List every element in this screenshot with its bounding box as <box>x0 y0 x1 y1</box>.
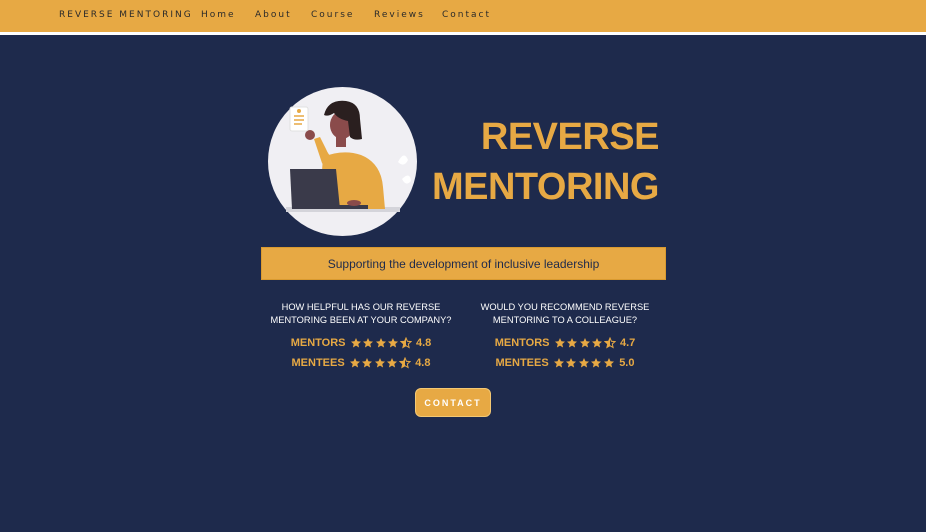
nav-item-home[interactable]: Home <box>201 10 236 20</box>
star-icon <box>374 358 385 368</box>
nav-item-reviews[interactable]: Reviews <box>374 10 425 20</box>
nav-item-about[interactable]: About <box>255 10 292 20</box>
rating-column-recommend: WOULD YOU RECOMMEND REVERSE MENTORING TO… <box>465 301 665 370</box>
star-icon <box>363 338 373 348</box>
top-nav: REVERSE MENTORING Home About Course Revi… <box>0 0 926 35</box>
star-icon <box>349 358 360 368</box>
star-icon <box>350 338 361 348</box>
nav-brand[interactable]: REVERSE MENTORING <box>59 10 193 20</box>
title-line-1: REVERSE <box>480 116 660 158</box>
star-rating <box>349 357 412 369</box>
rating-score: 4.7 <box>620 337 636 349</box>
star-icon <box>388 338 398 348</box>
rating-score: 4.8 <box>415 357 431 369</box>
star-rating <box>350 337 413 349</box>
hero-illustration <box>268 87 417 236</box>
rating-score: 5.0 <box>619 357 635 369</box>
title-line-2: MENTORING <box>431 166 660 208</box>
star-rating <box>554 337 617 349</box>
rating-label: MENTEES <box>495 357 549 369</box>
star-icon <box>553 358 564 368</box>
star-icon <box>579 338 590 348</box>
star-half-icon <box>398 357 411 369</box>
star-rating <box>553 357 616 369</box>
star-icon <box>603 358 614 368</box>
star-half-icon <box>603 337 616 349</box>
page-title: REVERSE MENTORING <box>431 112 660 212</box>
rating-label: MENTEES <box>291 357 345 369</box>
star-icon <box>387 358 398 368</box>
nav-item-contact[interactable]: Contact <box>442 10 491 20</box>
rating-label: MENTORS <box>290 337 346 349</box>
star-icon <box>578 358 589 368</box>
tagline-banner: Supporting the development of inclusive … <box>261 247 666 280</box>
rating-question: HOW HELPFUL HAS OUR REVERSE MENTORING BE… <box>270 302 452 325</box>
rating-row: MENTORS 4.8 <box>261 336 461 350</box>
star-icon <box>567 338 577 348</box>
rating-score: 4.8 <box>416 337 432 349</box>
star-half-icon <box>399 337 412 349</box>
contact-button[interactable]: CONTACT <box>415 388 491 417</box>
rating-label: MENTORS <box>494 337 550 349</box>
rating-column-helpfulness: HOW HELPFUL HAS OUR REVERSE MENTORING BE… <box>261 301 461 370</box>
star-icon <box>362 358 373 368</box>
star-icon <box>591 358 602 368</box>
tagline-text: Supporting the development of inclusive … <box>327 256 600 271</box>
rating-row: MENTORS 4.7 <box>465 336 665 350</box>
star-icon <box>375 338 386 348</box>
rating-row: MENTEES 5.0 <box>465 356 665 370</box>
nav-item-course[interactable]: Course <box>311 10 354 20</box>
star-icon <box>592 338 602 348</box>
rating-question: WOULD YOU RECOMMEND REVERSE MENTORING TO… <box>480 302 650 325</box>
star-icon <box>554 338 565 348</box>
star-icon <box>566 358 577 368</box>
rating-row: MENTEES 4.8 <box>261 356 461 370</box>
